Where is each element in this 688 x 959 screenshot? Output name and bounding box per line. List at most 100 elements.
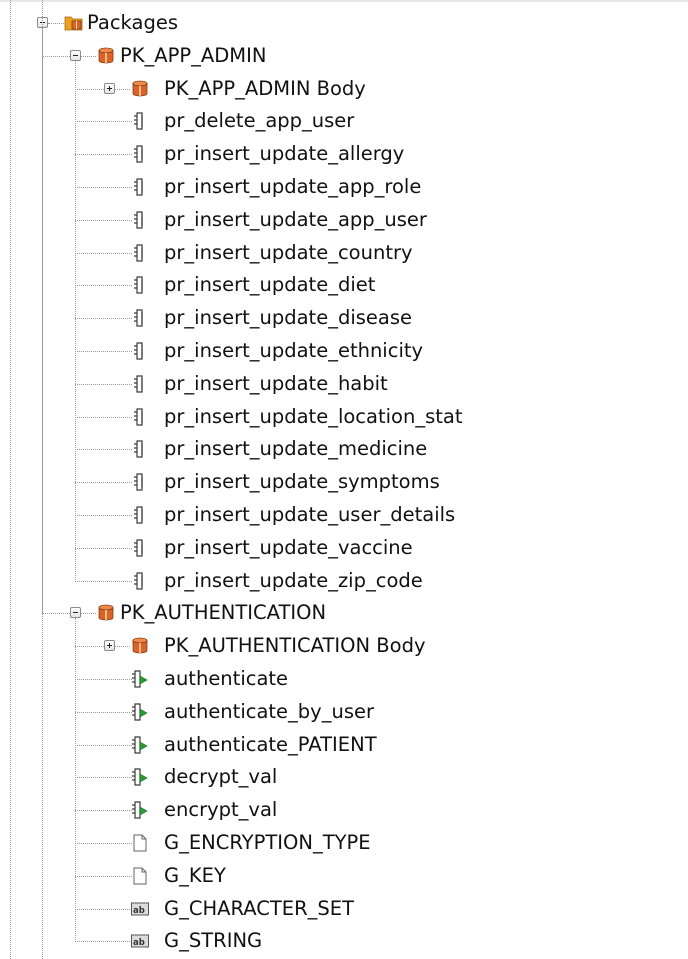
tree-row-g-string[interactable]: ab G_STRING (0, 925, 688, 957)
tree-label: G_CHARACTER_SET (164, 896, 354, 920)
tree-row-pr-insert-update-app-role[interactable]: pr_insert_update_app_role (0, 171, 688, 203)
tree-row-pr-insert-update-disease[interactable]: pr_insert_update_disease (0, 302, 688, 334)
function-icon (130, 735, 150, 755)
tree-connector (48, 23, 64, 24)
collapse-toggle-pk-app-admin[interactable] (70, 49, 81, 61)
procedure-icon (130, 472, 150, 492)
object-tree[interactable]: Packages PK_APP_ADMIN PK_APP_ADMIN Body pr_… (0, 0, 688, 959)
procedure-icon (130, 243, 150, 263)
tree-connector (75, 482, 132, 484)
procedure-icon (130, 439, 150, 459)
tree-row-pr-insert-update-diet[interactable]: pr_insert_update_diet (0, 269, 688, 301)
tree-label: pr_insert_update_ethnicity (164, 339, 424, 362)
procedure-icon (130, 374, 150, 394)
tree-connector (75, 646, 104, 648)
tree-row-pr-insert-update-habit[interactable]: pr_insert_update_habit (0, 368, 688, 400)
tree-guide-outer (10, 0, 11, 959)
procedure-icon (130, 144, 150, 164)
tree-label: pr_insert_update_app_user (164, 207, 427, 231)
folder-package-icon (64, 13, 84, 33)
tree-label: pr_insert_update_allergy (164, 142, 405, 166)
tree-connector (75, 219, 132, 221)
tree-row-pr-delete-app-user[interactable]: pr_delete_app_user (0, 105, 688, 137)
function-icon (130, 702, 150, 722)
tree-label: G_KEY (164, 863, 226, 887)
procedure-icon (130, 538, 150, 558)
tree-label: authenticate_PATIENT (164, 732, 377, 756)
tree-row-pk-app-admin[interactable]: PK_APP_ADMIN (0, 40, 688, 72)
tree-label: pr_insert_update_medicine (164, 437, 428, 461)
tree-row-pr-insert-update-symptoms[interactable]: pr_insert_update_symptoms (0, 466, 688, 498)
tree-connector (75, 285, 132, 287)
tree-connector (81, 55, 96, 57)
tree-connector (75, 908, 132, 910)
tree-connector (75, 875, 132, 877)
tree-row-pr-insert-update-allergy[interactable]: pr_insert_update_allergy (0, 138, 688, 170)
tree-row-packages[interactable]: Packages (0, 7, 688, 39)
tree-row-pr-insert-update-medicine[interactable]: pr_insert_update_medicine (0, 433, 688, 465)
tree-label: authenticate_by_user (164, 699, 374, 723)
procedure-icon (130, 275, 150, 295)
tree-connector (75, 711, 132, 713)
tree-label: PK_AUTHENTICATION (120, 601, 327, 625)
tree-connector (75, 383, 132, 385)
tree-label: pr_insert_update_symptoms (164, 470, 440, 494)
tree-row-pk-app-admin-body[interactable]: PK_APP_ADMIN Body (0, 73, 688, 105)
tree-row-authenticate-patient[interactable]: authenticate_PATIENT (0, 729, 688, 761)
tree-connector (75, 744, 132, 746)
tree-connector (81, 613, 96, 615)
svg-text:ab: ab (133, 938, 145, 948)
tree-label: pr_delete_app_user (164, 109, 355, 133)
tree-row-decrypt-val[interactable]: decrypt_val (0, 761, 688, 793)
tree-connector (75, 416, 132, 418)
tree-label: G_STRING (164, 929, 263, 953)
tree-row-pr-insert-update-country[interactable]: pr_insert_update_country (0, 237, 688, 269)
tree-label: pr_insert_update_user_details (164, 503, 456, 526)
svg-text:ab: ab (133, 906, 145, 916)
tree-label: pr_insert_update_disease (164, 306, 413, 330)
function-icon (130, 669, 150, 689)
function-icon (130, 800, 150, 820)
tree-row-encrypt-val[interactable]: encrypt_val (0, 794, 688, 826)
tree-connector (75, 252, 132, 254)
procedure-icon (130, 407, 150, 427)
collapse-toggle-pk-authentication[interactable] (70, 607, 81, 619)
tree-row-g-character-set[interactable]: ab G_CHARACTER_SET (0, 893, 688, 925)
tree-label: pr_insert_update_country (164, 240, 413, 264)
tree-row-pr-insert-update-app-user[interactable]: pr_insert_update_app_user (0, 204, 688, 236)
tree-connector (115, 88, 130, 90)
tree-connector (75, 679, 132, 680)
expand-toggle-pk-app-admin-body[interactable] (104, 82, 115, 94)
tree-connector (75, 515, 132, 516)
package-icon (130, 636, 150, 656)
tree-connector (75, 547, 132, 549)
tree-label: pr_insert_update_location_stat (164, 404, 463, 428)
tree-row-g-key[interactable]: G_KEY (0, 860, 688, 892)
procedure-icon (130, 177, 150, 197)
package-icon (130, 79, 150, 99)
tree-label: Packages (87, 11, 178, 34)
tree-row-pr-insert-update-ethnicity[interactable]: pr_insert_update_ethnicity (0, 335, 688, 367)
expand-toggle-pk-authentication-body[interactable] (104, 640, 115, 652)
tree-row-pk-authentication-body[interactable]: PK_AUTHENTICATION Body (0, 630, 688, 662)
tree-guide-pk-app-admin (75, 60, 76, 582)
tree-row-authenticate[interactable]: authenticate (0, 663, 688, 695)
tree-row-pr-insert-update-vaccine[interactable]: pr_insert_update_vaccine (0, 532, 688, 564)
tree-label: PK_APP_ADMIN (120, 43, 267, 67)
tree-connector (75, 154, 132, 156)
tree-row-pr-insert-update-zip-code[interactable]: pr_insert_update_zip_code (0, 565, 688, 597)
tree-connector (75, 88, 104, 90)
tree-label: pr_insert_update_habit (164, 371, 388, 395)
variable-icon: ab (130, 931, 150, 951)
tree-label: decrypt_val (164, 765, 278, 789)
procedure-icon (130, 571, 150, 591)
tree-row-pk-authentication[interactable]: PK_AUTHENTICATION (0, 597, 688, 629)
tree-connector (75, 941, 132, 943)
tree-row-authenticate-by-user[interactable]: authenticate_by_user (0, 696, 688, 728)
package-icon (96, 603, 116, 623)
function-icon (130, 767, 150, 787)
tree-connector (75, 351, 132, 352)
tree-row-g-encryption-type[interactable]: G_ENCRYPTION_TYPE (0, 827, 688, 859)
tree-row-pr-insert-update-location-stat[interactable]: pr_insert_update_location_stat (0, 401, 688, 433)
tree-row-pr-insert-update-user-details[interactable]: pr_insert_update_user_details (0, 499, 688, 531)
